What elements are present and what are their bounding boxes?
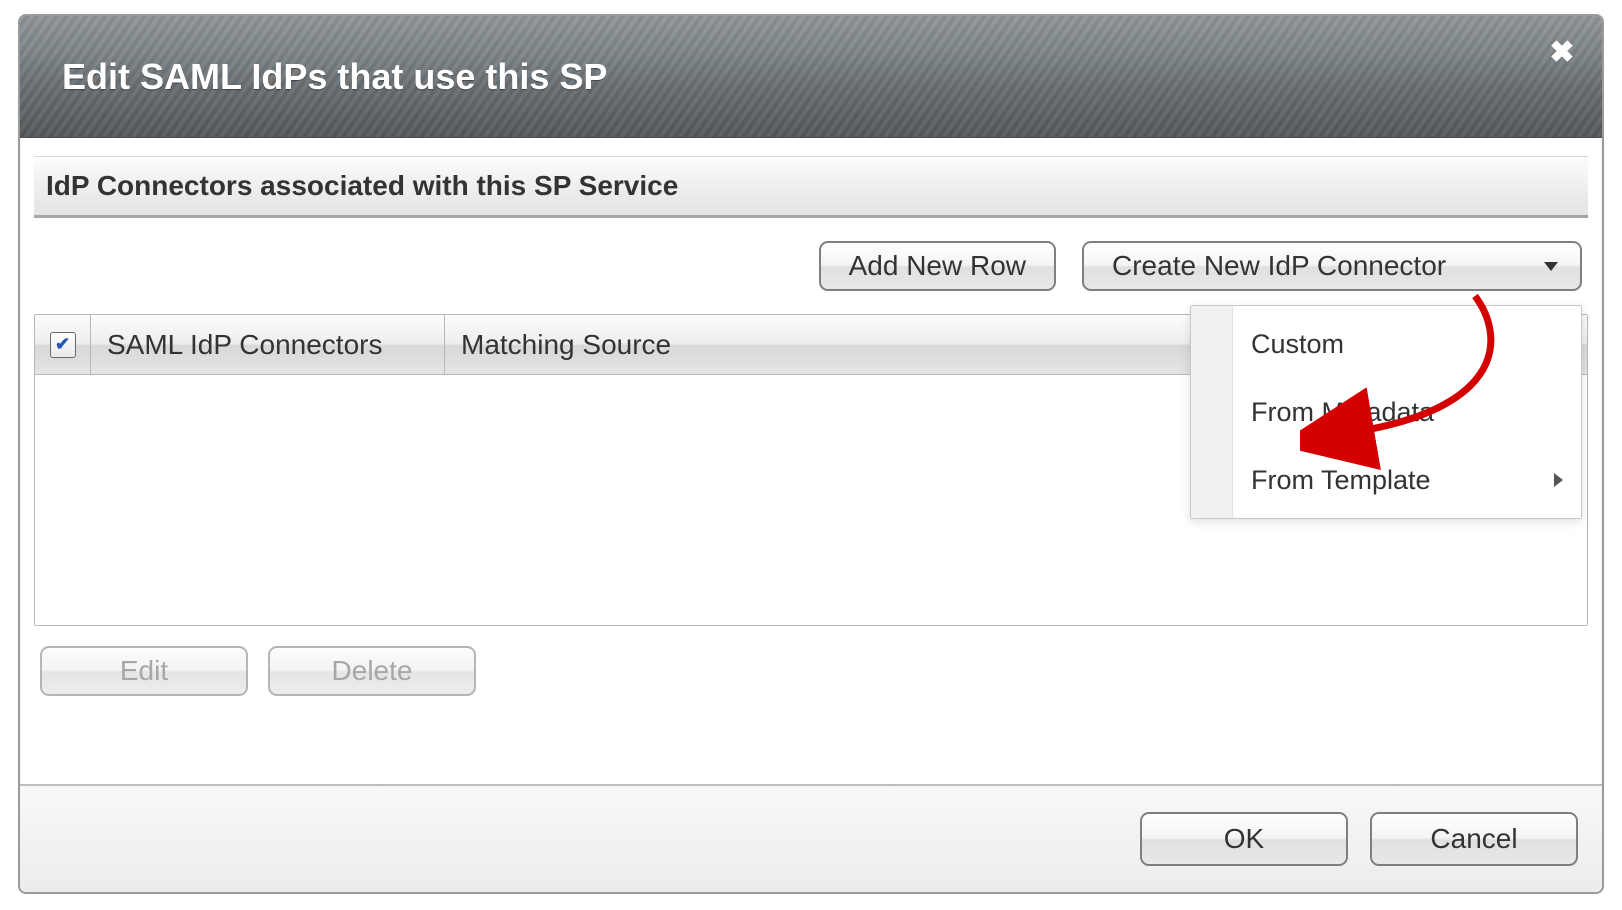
section-header: IdP Connectors associated with this SP S… bbox=[34, 156, 1588, 218]
ok-button-label: OK bbox=[1224, 823, 1264, 855]
menu-item-custom[interactable]: Custom bbox=[1233, 310, 1581, 378]
dialog-edit-saml-idps: Edit SAML IdPs that use this SP ✖ IdP Co… bbox=[18, 14, 1604, 894]
edit-button-label: Edit bbox=[120, 655, 168, 687]
section-title: IdP Connectors associated with this SP S… bbox=[46, 170, 678, 202]
ok-button[interactable]: OK bbox=[1140, 812, 1348, 866]
add-new-row-button[interactable]: Add New Row bbox=[819, 241, 1056, 291]
dialog-title: Edit SAML IdPs that use this SP bbox=[62, 56, 607, 98]
menu-item-from-metadata[interactable]: From Metadata bbox=[1233, 378, 1581, 446]
column-header-connectors[interactable]: SAML IdP Connectors bbox=[91, 315, 445, 374]
cancel-button[interactable]: Cancel bbox=[1370, 812, 1578, 866]
chevron-right-icon bbox=[1554, 473, 1563, 487]
dialog-footer: OK Cancel bbox=[20, 784, 1602, 892]
menu-item-from-metadata-label: From Metadata bbox=[1251, 397, 1434, 428]
select-all-checkbox[interactable]: ✔ bbox=[50, 332, 76, 358]
dialog-body: IdP Connectors associated with this SP S… bbox=[20, 138, 1602, 714]
delete-button[interactable]: Delete bbox=[268, 646, 476, 696]
add-new-row-label: Add New Row bbox=[849, 250, 1026, 282]
column-header-connectors-label: SAML IdP Connectors bbox=[107, 329, 382, 361]
create-new-idp-connector-dropdown[interactable]: Create New IdP Connector Custom From Met… bbox=[1082, 241, 1582, 291]
menu-item-from-template[interactable]: From Template bbox=[1233, 446, 1581, 514]
create-connector-menu: Custom From Metadata From Template bbox=[1190, 305, 1582, 519]
toolbar: Add New Row Create New IdP Connector Cus… bbox=[34, 218, 1588, 314]
delete-button-label: Delete bbox=[332, 655, 413, 687]
menu-items: Custom From Metadata From Template bbox=[1233, 310, 1581, 514]
menu-gutter bbox=[1191, 306, 1233, 518]
column-header-matching-source-label: Matching Source bbox=[461, 329, 671, 361]
table-action-buttons: Edit Delete bbox=[34, 646, 1588, 714]
create-new-idp-connector-label: Create New IdP Connector bbox=[1112, 250, 1446, 282]
menu-item-from-template-label: From Template bbox=[1251, 465, 1431, 496]
dialog-header: Edit SAML IdPs that use this SP ✖ bbox=[20, 16, 1602, 138]
menu-item-custom-label: Custom bbox=[1251, 329, 1344, 360]
chevron-down-icon bbox=[1544, 262, 1558, 271]
edit-button[interactable]: Edit bbox=[40, 646, 248, 696]
column-header-select-all[interactable]: ✔ bbox=[35, 315, 91, 374]
close-icon[interactable]: ✖ bbox=[1546, 38, 1578, 70]
cancel-button-label: Cancel bbox=[1430, 823, 1517, 855]
